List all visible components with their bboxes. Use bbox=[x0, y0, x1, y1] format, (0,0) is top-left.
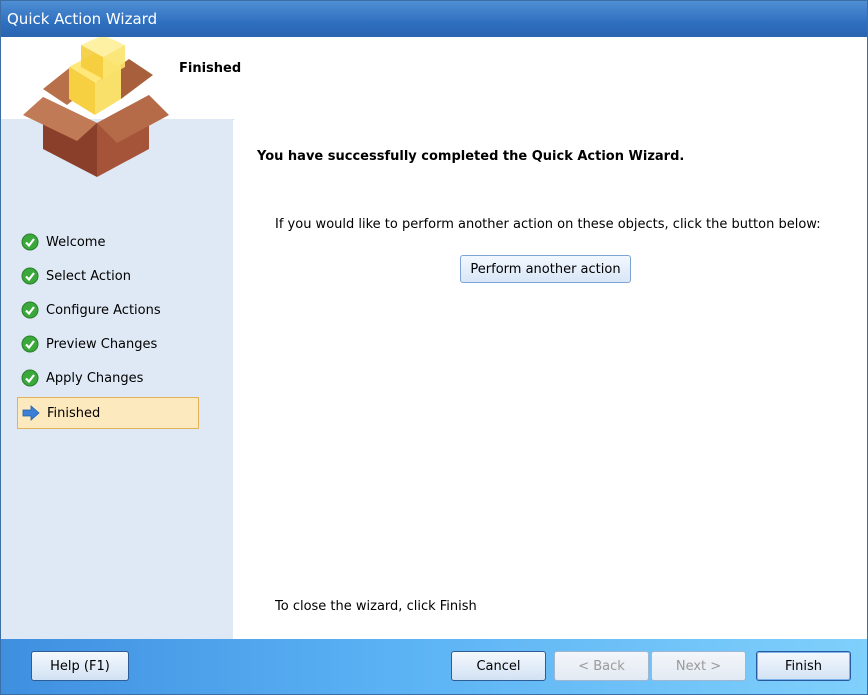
step-configure-actions: Configure Actions bbox=[17, 293, 199, 327]
step-label: Welcome bbox=[46, 234, 106, 250]
step-label: Apply Changes bbox=[46, 370, 144, 386]
check-circle-icon bbox=[21, 301, 39, 319]
step-preview-changes: Preview Changes bbox=[17, 327, 199, 361]
step-label: Configure Actions bbox=[46, 302, 161, 318]
step-select-action: Select Action bbox=[17, 259, 199, 293]
button-bar: Help (F1) Cancel < Back Next > Finish bbox=[1, 639, 867, 694]
success-message: You have successfully completed the Quic… bbox=[257, 149, 685, 164]
perform-another-action-button[interactable]: Perform another action bbox=[460, 255, 631, 283]
finish-button[interactable]: Finish bbox=[756, 651, 851, 681]
close-instruction: To close the wizard, click Finish bbox=[275, 599, 477, 614]
wizard-window: Quick Action Wizard Finished Welcome Sel… bbox=[0, 0, 868, 695]
wizard-steps-panel: Welcome Select Action Configure Actions bbox=[1, 119, 233, 639]
step-finished: Finished bbox=[17, 397, 199, 429]
help-button[interactable]: Help (F1) bbox=[31, 651, 129, 681]
check-circle-icon bbox=[21, 335, 39, 353]
step-label: Select Action bbox=[46, 268, 131, 284]
step-list: Welcome Select Action Configure Actions bbox=[17, 225, 199, 429]
package-box-icon bbox=[23, 37, 169, 177]
next-button[interactable]: Next > bbox=[651, 651, 746, 681]
page-title: Finished bbox=[179, 61, 242, 76]
check-circle-icon bbox=[21, 233, 39, 251]
window-title: Quick Action Wizard bbox=[1, 1, 867, 37]
step-label: Preview Changes bbox=[46, 336, 158, 352]
check-circle-icon bbox=[21, 369, 39, 387]
back-button[interactable]: < Back bbox=[554, 651, 649, 681]
instruction-text: If you would like to perform another act… bbox=[275, 217, 821, 232]
step-apply-changes: Apply Changes bbox=[17, 361, 199, 395]
step-welcome: Welcome bbox=[17, 225, 199, 259]
check-circle-icon bbox=[21, 267, 39, 285]
step-label: Finished bbox=[47, 405, 101, 421]
cancel-button[interactable]: Cancel bbox=[451, 651, 546, 681]
arrow-right-icon bbox=[22, 405, 40, 421]
wizard-content: You have successfully completed the Quic… bbox=[234, 119, 867, 639]
